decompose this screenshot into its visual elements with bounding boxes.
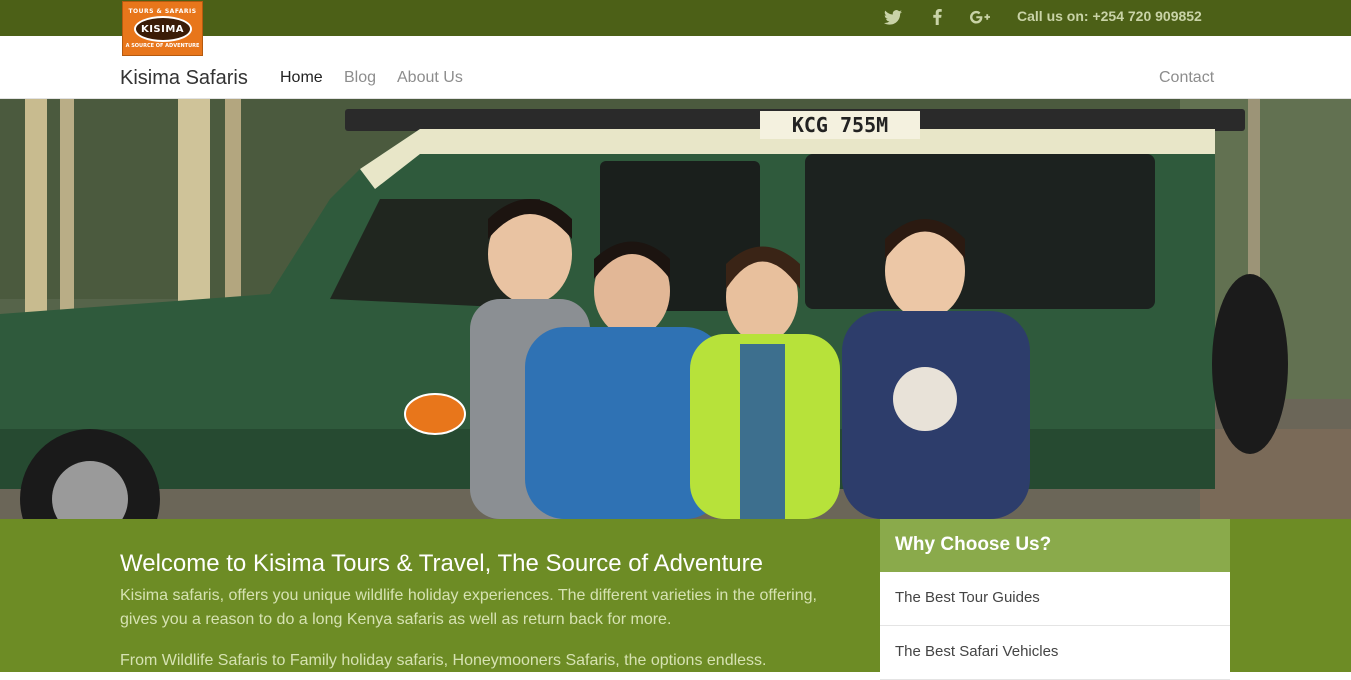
why-choose-us-title: Why Choose Us? [880, 519, 1230, 572]
nav-about-us[interactable]: About Us [397, 69, 463, 87]
logo-tagline-top: TOURS & SAFARIS [128, 8, 197, 15]
welcome-title: Welcome to Kisima Tours & Travel, The So… [120, 550, 763, 577]
logo-tagline-bottom: A SOURCE OF ADVENTURE [125, 43, 200, 49]
logo-oval: KISIMA [133, 16, 192, 42]
hero-image: KCG 755M [0, 99, 1351, 519]
logo-name: KISIMA [140, 23, 185, 35]
vehicle-plate: KCG 755M [792, 113, 888, 137]
why-choose-us-panel: Why Choose Us? The Best Tour Guides The … [880, 519, 1230, 680]
nav-contact[interactable]: Contact [1159, 69, 1214, 87]
nav-blog[interactable]: Blog [344, 69, 376, 87]
nav-home[interactable]: Home [280, 69, 323, 87]
welcome-section: Welcome to Kisima Tours & Travel, The So… [0, 519, 1351, 680]
facebook-icon[interactable] [925, 6, 949, 28]
hero-illustration: KCG 755M [0, 99, 1351, 519]
brand-link[interactable]: Kisima Safaris [120, 67, 248, 90]
why-item-tour-guides[interactable]: The Best Tour Guides [880, 572, 1230, 626]
google-plus-icon[interactable] [968, 6, 992, 28]
twitter-icon[interactable] [881, 6, 905, 28]
top-bar: TOURS & SAFARIS KISIMA A SOURCE OF ADVEN… [0, 0, 1351, 56]
kisima-logo[interactable]: TOURS & SAFARIS KISIMA A SOURCE OF ADVEN… [122, 1, 203, 56]
welcome-paragraph-1: Kisima safaris, offers you unique wildli… [120, 587, 817, 628]
welcome-paragraph-2: From Wildlife Safaris to Family holiday … [120, 652, 767, 669]
call-us-text: Call us on: +254 720 909852 [1017, 8, 1202, 24]
